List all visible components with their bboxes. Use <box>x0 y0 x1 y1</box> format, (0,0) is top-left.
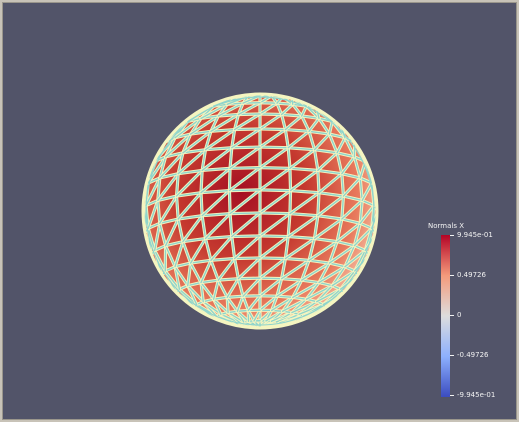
legend-tick-mid <box>450 315 454 316</box>
wireframe-edge <box>228 167 231 192</box>
wireframe-edge <box>289 189 292 215</box>
wireframe-edge <box>259 189 292 192</box>
wireframe-edge <box>231 146 261 149</box>
wireframe-edge <box>229 166 261 170</box>
wireframe-edge <box>259 166 291 170</box>
wireframe-edge <box>233 257 261 260</box>
wireframe-edge <box>259 257 287 260</box>
legend-tick-max <box>450 235 454 236</box>
wireframe-edge <box>259 146 289 149</box>
legend-title: Normals X <box>428 222 464 230</box>
wireframe-edge <box>259 277 283 280</box>
wireframe-edge <box>289 167 292 192</box>
sphere-mesh <box>141 92 379 330</box>
legend-label-mid: 0 <box>457 311 462 319</box>
color-legend-bar <box>441 235 450 397</box>
wireframe-edge <box>228 189 231 215</box>
legend-tick-min <box>450 395 454 396</box>
sphere-render[interactable] <box>3 3 517 420</box>
wireframe-edge <box>228 189 261 192</box>
wireframe-edge <box>229 212 261 215</box>
legend-label-q3: 0.49726 <box>457 271 486 279</box>
wireframe-edge <box>259 212 291 215</box>
render-viewport[interactable]: Normals X 9.945e-01 0.49726 0 -0.49726 -… <box>2 2 517 420</box>
wireframe-edge <box>231 235 261 238</box>
legend-label-q1: -0.49726 <box>457 351 489 359</box>
legend-tick-q3 <box>450 275 454 276</box>
wireframe-edge <box>237 277 261 280</box>
wireframe-edge <box>259 235 289 238</box>
legend-label-min: -9.945e-01 <box>457 391 496 399</box>
legend-tick-q1 <box>450 355 454 356</box>
wireframe-edge <box>259 113 283 116</box>
wireframe-edge <box>259 128 287 131</box>
legend-label-max: 9.945e-01 <box>457 231 493 239</box>
